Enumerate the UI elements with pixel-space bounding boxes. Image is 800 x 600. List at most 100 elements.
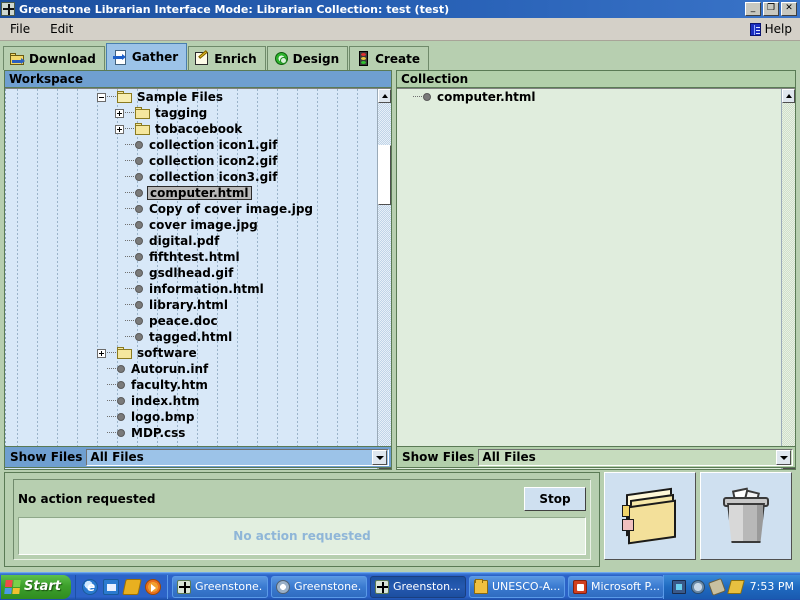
tree-item[interactable]: Copy of cover image.jpg [5,201,377,217]
tree-item[interactable]: MDP.css [5,425,377,441]
tree-item[interactable]: cover image.jpg [5,217,377,233]
collection-show-files-bar: Show Files All Files [396,446,796,468]
delete-button[interactable] [700,472,792,560]
workspace-show-files-select[interactable]: All Files [86,448,389,466]
tree-item-label: Sample Files [137,90,223,104]
panels-container: Workspace Sample Files tagging tobacoebook… [4,70,796,470]
scroll-up-button[interactable] [378,89,391,103]
close-button[interactable]: ✕ [781,2,797,16]
stop-button[interactable]: Stop [524,487,586,511]
minimize-icon: _ [750,2,756,13]
workspace-body[interactable]: Sample Files tagging tobacoebook collection… [5,88,391,469]
tree-connector [125,313,135,329]
taskbar-button-label: Microsoft P... [590,580,659,593]
tree-item[interactable]: logo.bmp [5,409,377,425]
tree-item-label: gsdlhead.gif [149,266,234,280]
outlook-express-icon[interactable] [102,578,119,595]
network-icon[interactable] [671,579,686,594]
action-buttons [604,472,796,567]
collection-show-files-select[interactable]: All Files [478,448,793,466]
tree-item[interactable]: peace.doc [5,313,377,329]
tree-item[interactable]: collection icon3.gif [5,169,377,185]
tab-design-label: Design [292,51,340,66]
expand-icon[interactable] [97,348,106,358]
collection-vertical-scrollbar[interactable] [781,89,795,469]
tree-item[interactable]: digital.pdf [5,233,377,249]
taskbar-button[interactable]: UNESCO-A... [468,575,565,598]
taskbar-button[interactable]: Greenstone... [270,575,367,598]
collection-tree[interactable]: computer.html [397,89,781,469]
menu-item-edit[interactable]: Edit [40,20,83,38]
media-icon[interactable] [122,578,142,595]
minimize-button[interactable]: _ [745,2,761,16]
plug-icon[interactable] [707,577,726,596]
taskbar-button[interactable]: Greenston... [369,575,466,598]
expand-icon[interactable] [115,108,124,118]
workspace-vertical-scrollbar[interactable] [377,89,391,469]
tree-item[interactable]: fifthtest.html [5,249,377,265]
tree-connector [125,281,135,297]
tree-item[interactable]: collection icon2.gif [5,153,377,169]
tab-enrich[interactable]: Enrich [188,46,266,70]
start-button-label: Start [24,579,61,594]
pen-icon[interactable] [726,579,745,594]
file-icon [135,285,143,293]
expand-icon[interactable] [115,124,124,134]
file-icon [135,333,143,341]
tree-item[interactable]: computer.html [397,89,781,105]
start-button[interactable]: Start [1,574,71,599]
internet-explorer-icon[interactable] [81,578,98,595]
file-icon [135,221,143,229]
restore-button[interactable]: ❐ [763,2,779,16]
taskbar-clock[interactable]: 7:53 PM [748,580,794,593]
gear-icon [274,51,289,66]
scroll-up-button[interactable] [782,89,795,103]
tab-download[interactable]: Download [3,46,105,70]
scroll-thumb[interactable] [378,145,391,205]
tree-item[interactable]: computer.html [5,185,377,201]
tree-item[interactable]: tagging [5,105,377,121]
collection-body[interactable]: computer.html [397,88,795,469]
new-folder-button[interactable] [604,472,696,560]
tree-item[interactable]: information.html [5,281,377,297]
windows-media-player-icon[interactable] [144,578,161,595]
chevron-down-icon[interactable] [372,449,387,465]
tree-item[interactable]: index.htm [5,393,377,409]
tree-item[interactable]: Sample Files [5,89,377,105]
folder-icon [135,123,150,135]
tree-connector [125,217,135,233]
tree-item[interactable]: faculty.htm [5,377,377,393]
tree-item-label: collection icon3.gif [149,170,278,184]
collapse-icon[interactable] [97,92,106,102]
menu-item-help[interactable]: Help [742,20,800,38]
workspace-header: Workspace [5,71,391,88]
tree-item[interactable]: Autorun.inf [5,361,377,377]
volume-icon[interactable] [690,579,705,594]
tab-create[interactable]: Create [349,46,429,70]
taskbar-button[interactable]: Microsoft P... [567,575,663,598]
tree-item[interactable]: library.html [5,297,377,313]
tree-item[interactable]: tagged.html [5,329,377,345]
file-icon [135,205,143,213]
help-label: Help [764,22,792,36]
tab-design[interactable]: Design [266,46,349,70]
tree-connector [125,137,135,153]
workspace-tree[interactable]: Sample Files tagging tobacoebook collection… [5,89,377,469]
tree-item[interactable]: tobacoebook [5,121,377,137]
tree-item[interactable]: collection icon1.gif [5,137,377,153]
tree-connector [413,89,423,105]
status-inner: No action requested Stop No action reque… [13,479,591,560]
chevron-down-icon[interactable] [776,449,791,465]
tree-connector [107,377,117,393]
tree-item[interactable]: gsdlhead.gif [5,265,377,281]
file-icon [423,93,431,101]
tree-item[interactable]: software [5,345,377,361]
menu-item-file[interactable]: File [0,20,40,38]
tree-item-label: library.html [149,298,228,312]
taskbar-button[interactable]: Greenstone... [171,575,268,598]
tree-connector [125,233,135,249]
tab-gather[interactable]: Gather [105,43,188,70]
